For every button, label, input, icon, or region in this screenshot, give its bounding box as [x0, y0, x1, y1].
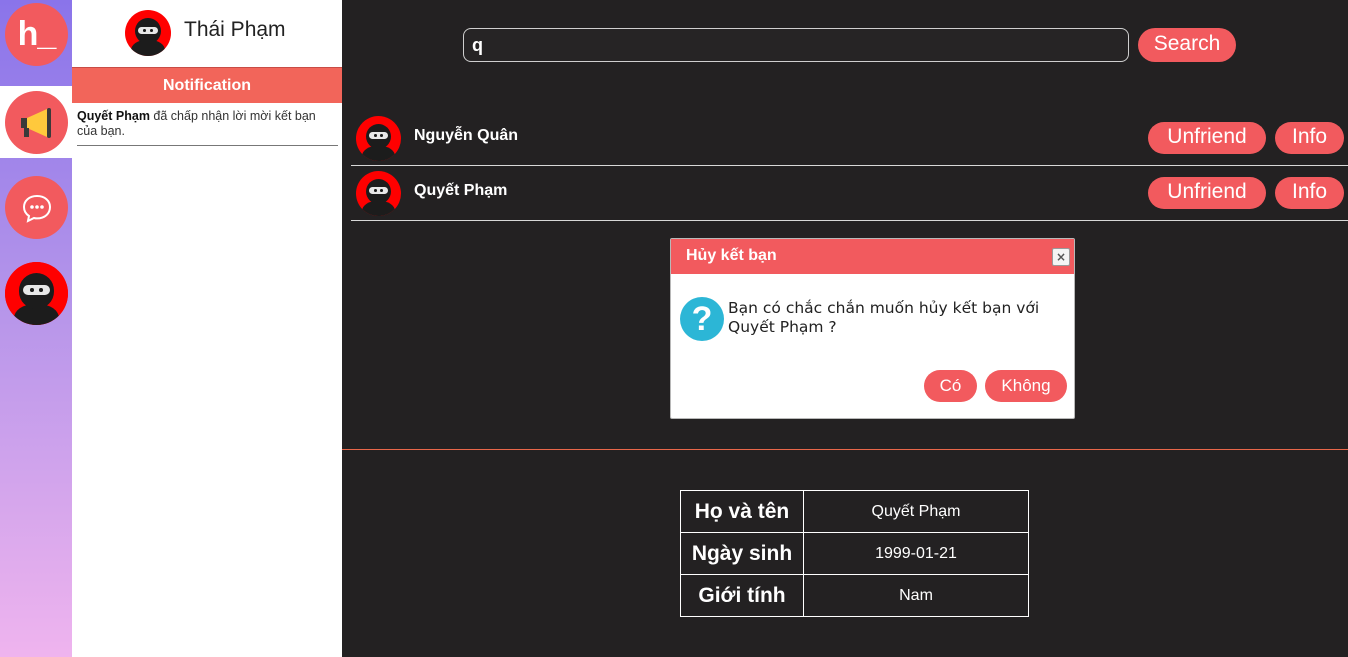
ninja-avatar-icon [356, 171, 401, 216]
avatar[interactable] [356, 171, 401, 216]
notification-sender: Quyết Phạm [77, 109, 150, 123]
logo-icon[interactable]: h_ [5, 3, 68, 66]
chat-icon[interactable] [5, 176, 68, 239]
unfriend-button[interactable]: Unfriend [1148, 177, 1266, 209]
unfriend-button[interactable]: Unfriend [1148, 122, 1266, 154]
confirm-no-button[interactable]: Không [985, 370, 1067, 402]
field-value: 1999-01-21 [803, 532, 1029, 575]
field-label: Giới tính [680, 574, 804, 617]
question-icon: ? [680, 297, 724, 341]
field-value: Nam [803, 574, 1029, 617]
avatar[interactable] [356, 116, 401, 161]
info-button[interactable]: Info [1275, 122, 1344, 154]
confirm-yes-button[interactable]: Có [924, 370, 977, 402]
avatar[interactable] [125, 10, 171, 56]
friend-name: Nguyễn Quân [414, 127, 519, 144]
field-label: Ngày sinh [680, 532, 804, 575]
megaphone-icon[interactable] [5, 91, 68, 154]
ninja-avatar [5, 262, 68, 325]
dialog-titlebar: Hủy kết bạn × [671, 239, 1074, 274]
dialog-title: Hủy kết bạn [686, 247, 777, 264]
notification-title: Notification [72, 67, 342, 103]
chat-glyph [22, 194, 51, 223]
unfriend-confirm-dialog: Hủy kết bạn × ? Bạn có chắc chắn muốn hủ… [670, 238, 1075, 419]
ninja-avatar-icon [356, 116, 401, 161]
profile-info-table: Họ và tên Quyết Phạm Ngày sinh 1999-01-2… [680, 490, 1029, 617]
close-icon[interactable]: × [1052, 248, 1070, 266]
current-user-name: Thái Phạm [184, 18, 286, 41]
profile-header: Thái Phạm [72, 0, 342, 66]
table-row: Giới tính Nam [680, 574, 1029, 617]
notification-item[interactable]: Quyết Phạm đã chấp nhận lời mời kết bạn … [77, 109, 338, 146]
friend-row: Quyết Phạm Unfriend Info [351, 166, 1348, 221]
ninja-avatar-icon [125, 10, 171, 56]
search-button[interactable]: Search [1138, 28, 1236, 62]
notification-panel: Thái Phạm Notification Quyết Phạm đã chấ… [72, 0, 342, 657]
field-label: Họ và tên [680, 490, 804, 533]
field-value: Quyết Phạm [803, 490, 1029, 533]
table-row: Họ và tên Quyết Phạm [680, 490, 1029, 533]
ninja-avatar-icon[interactable] [5, 262, 68, 325]
megaphone-glyph [20, 107, 51, 138]
info-button[interactable]: Info [1275, 177, 1344, 209]
search-input[interactable] [463, 28, 1129, 62]
section-divider [342, 449, 1348, 450]
table-row: Ngày sinh 1999-01-21 [680, 532, 1029, 575]
side-rail: h_ [0, 0, 72, 657]
dialog-message: Bạn có chắc chắn muốn hủy kết bạn với Qu… [728, 299, 1040, 336]
friend-name: Quyết Phạm [414, 182, 508, 199]
friend-row: Nguyễn Quân Unfriend Info [351, 111, 1348, 166]
